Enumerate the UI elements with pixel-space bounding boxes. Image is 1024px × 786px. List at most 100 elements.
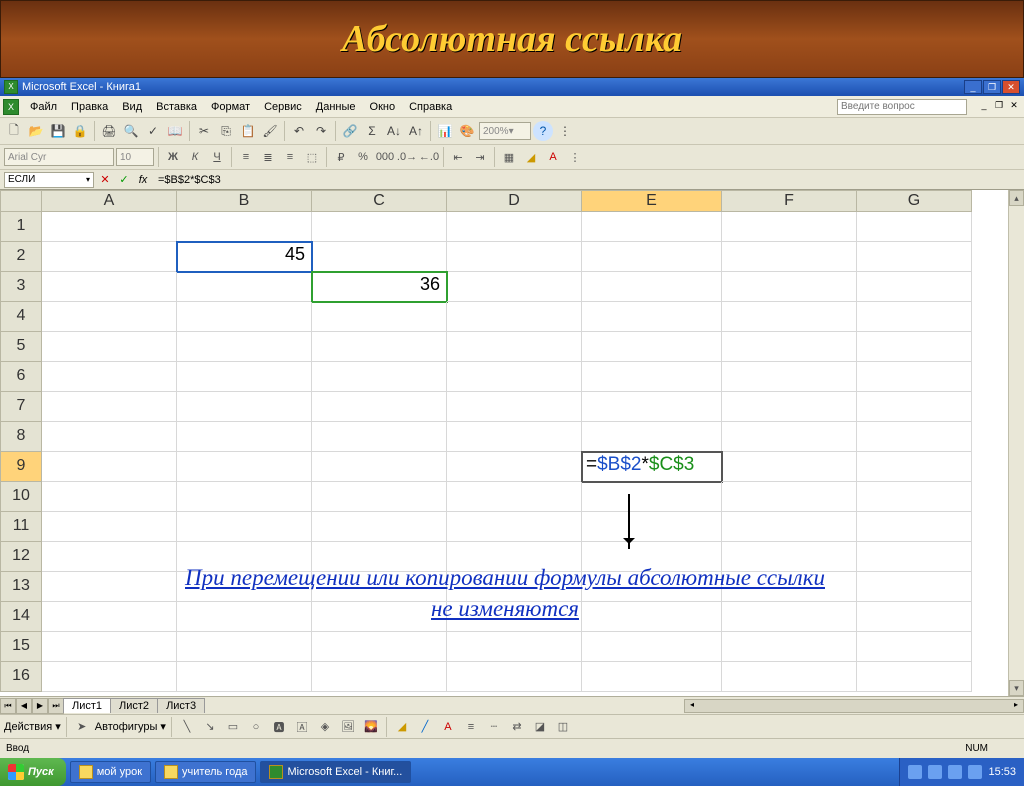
cell-C9[interactable] (312, 452, 447, 482)
name-box[interactable]: ЕСЛИ ▾ (4, 172, 94, 188)
menu-view[interactable]: Вид (116, 99, 148, 115)
cell-G2[interactable] (857, 242, 972, 272)
start-button[interactable]: Пуск (0, 758, 66, 786)
cell-C5[interactable] (312, 332, 447, 362)
enter-formula-icon[interactable]: ✓ (116, 172, 132, 188)
fill-color-draw-icon[interactable]: ◢ (392, 717, 412, 737)
menu-tools[interactable]: Сервис (258, 99, 308, 115)
row-header[interactable]: 1 (0, 212, 42, 242)
cell-D7[interactable] (447, 392, 582, 422)
cell-E16[interactable] (582, 662, 722, 692)
cell-E5[interactable] (582, 332, 722, 362)
undo-icon[interactable]: ↶ (289, 121, 309, 141)
cell-B15[interactable] (177, 632, 312, 662)
col-header-b[interactable]: B (177, 190, 312, 212)
formula-input[interactable]: =$B$2*$C$3 (154, 174, 1020, 186)
tab-nav-first-icon[interactable]: ⏮ (0, 698, 16, 714)
cell-F10[interactable] (722, 482, 857, 512)
doc-minimize-button[interactable]: _ (977, 100, 991, 113)
cell-C7[interactable] (312, 392, 447, 422)
tray-icon[interactable] (908, 765, 922, 779)
sort-asc-icon[interactable]: A↓ (384, 121, 404, 141)
font-color-draw-icon[interactable]: A (438, 717, 458, 737)
cell-D10[interactable] (447, 482, 582, 512)
cell-C3[interactable]: 36 (312, 272, 447, 302)
vertical-scrollbar[interactable]: ▴ ▾ (1008, 190, 1024, 696)
sheet-tab-1[interactable]: Лист1 (63, 698, 111, 713)
row-header[interactable]: 11 (0, 512, 42, 542)
align-center-icon[interactable]: ≣ (258, 147, 278, 167)
menu-file[interactable]: Файл (24, 99, 63, 115)
copy-icon[interactable]: ⎘ (216, 121, 236, 141)
cell-A12[interactable] (42, 542, 177, 572)
line-color-icon[interactable]: ╱ (415, 717, 435, 737)
row-header[interactable]: 9 (0, 452, 42, 482)
cell-A5[interactable] (42, 332, 177, 362)
cell-D16[interactable] (447, 662, 582, 692)
col-header-e[interactable]: E (582, 190, 722, 212)
cell-A1[interactable] (42, 212, 177, 242)
scroll-down-icon[interactable]: ▾ (1009, 680, 1024, 696)
cell-A3[interactable] (42, 272, 177, 302)
cell-C15[interactable] (312, 632, 447, 662)
percent-icon[interactable]: % (353, 147, 373, 167)
cell-E15[interactable] (582, 632, 722, 662)
spell-icon[interactable]: ✓ (143, 121, 163, 141)
cell-E1[interactable] (582, 212, 722, 242)
cell-G10[interactable] (857, 482, 972, 512)
tray-icon[interactable] (968, 765, 982, 779)
cell-B11[interactable] (177, 512, 312, 542)
cell-E4[interactable] (582, 302, 722, 332)
row-header[interactable]: 12 (0, 542, 42, 572)
cell-C11[interactable] (312, 512, 447, 542)
permission-icon[interactable]: 🔒 (70, 121, 90, 141)
cell-B5[interactable] (177, 332, 312, 362)
sheet-tab-3[interactable]: Лист3 (157, 698, 205, 713)
doc-restore-button[interactable]: ❐ (992, 100, 1006, 113)
cell-B10[interactable] (177, 482, 312, 512)
cut-icon[interactable]: ✂ (194, 121, 214, 141)
zoom-combo[interactable]: 200% ▾ (479, 122, 531, 140)
cell-F3[interactable] (722, 272, 857, 302)
cell-D4[interactable] (447, 302, 582, 332)
sort-desc-icon[interactable]: A↑ (406, 121, 426, 141)
cell-F4[interactable] (722, 302, 857, 332)
cell-B3[interactable] (177, 272, 312, 302)
autoshapes-menu[interactable]: Автофигуры ▾ (95, 720, 166, 733)
select-icon[interactable]: ➤ (72, 717, 92, 737)
bold-button[interactable]: Ж (163, 147, 183, 167)
cell-G11[interactable] (857, 512, 972, 542)
cell-A7[interactable] (42, 392, 177, 422)
format-painter-icon[interactable]: 🖌 (260, 121, 280, 141)
menu-edit[interactable]: Правка (65, 99, 114, 115)
inc-decimal-icon[interactable]: .0→ (397, 147, 417, 167)
cell-G12[interactable] (857, 542, 972, 572)
col-header-f[interactable]: F (722, 190, 857, 212)
cell-A4[interactable] (42, 302, 177, 332)
picture-icon[interactable]: 🌄 (361, 717, 381, 737)
cell-E8[interactable] (582, 422, 722, 452)
hyperlink-icon[interactable]: 🔗 (340, 121, 360, 141)
row-header[interactable]: 5 (0, 332, 42, 362)
currency-icon[interactable]: ₽ (331, 147, 351, 167)
doc-close-button[interactable]: ✕ (1007, 100, 1021, 113)
dec-decimal-icon[interactable]: ←.0 (419, 147, 439, 167)
toolbar-options-icon[interactable]: ⋮ (555, 121, 575, 141)
cell-D5[interactable] (447, 332, 582, 362)
cell-E2[interactable] (582, 242, 722, 272)
cell-F16[interactable] (722, 662, 857, 692)
line-icon[interactable]: ╲ (177, 717, 197, 737)
col-header-g[interactable]: G (857, 190, 972, 212)
cell-F5[interactable] (722, 332, 857, 362)
cell-A10[interactable] (42, 482, 177, 512)
row-header[interactable]: 8 (0, 422, 42, 452)
cell-E9[interactable]: =$B$2*$C$3 (582, 452, 722, 482)
sheet-tab-2[interactable]: Лист2 (110, 698, 158, 713)
research-icon[interactable]: 📖 (165, 121, 185, 141)
cell-A11[interactable] (42, 512, 177, 542)
cell-D3[interactable] (447, 272, 582, 302)
cell-B4[interactable] (177, 302, 312, 332)
row-header[interactable]: 4 (0, 302, 42, 332)
cell-D1[interactable] (447, 212, 582, 242)
row-header[interactable]: 14 (0, 602, 42, 632)
